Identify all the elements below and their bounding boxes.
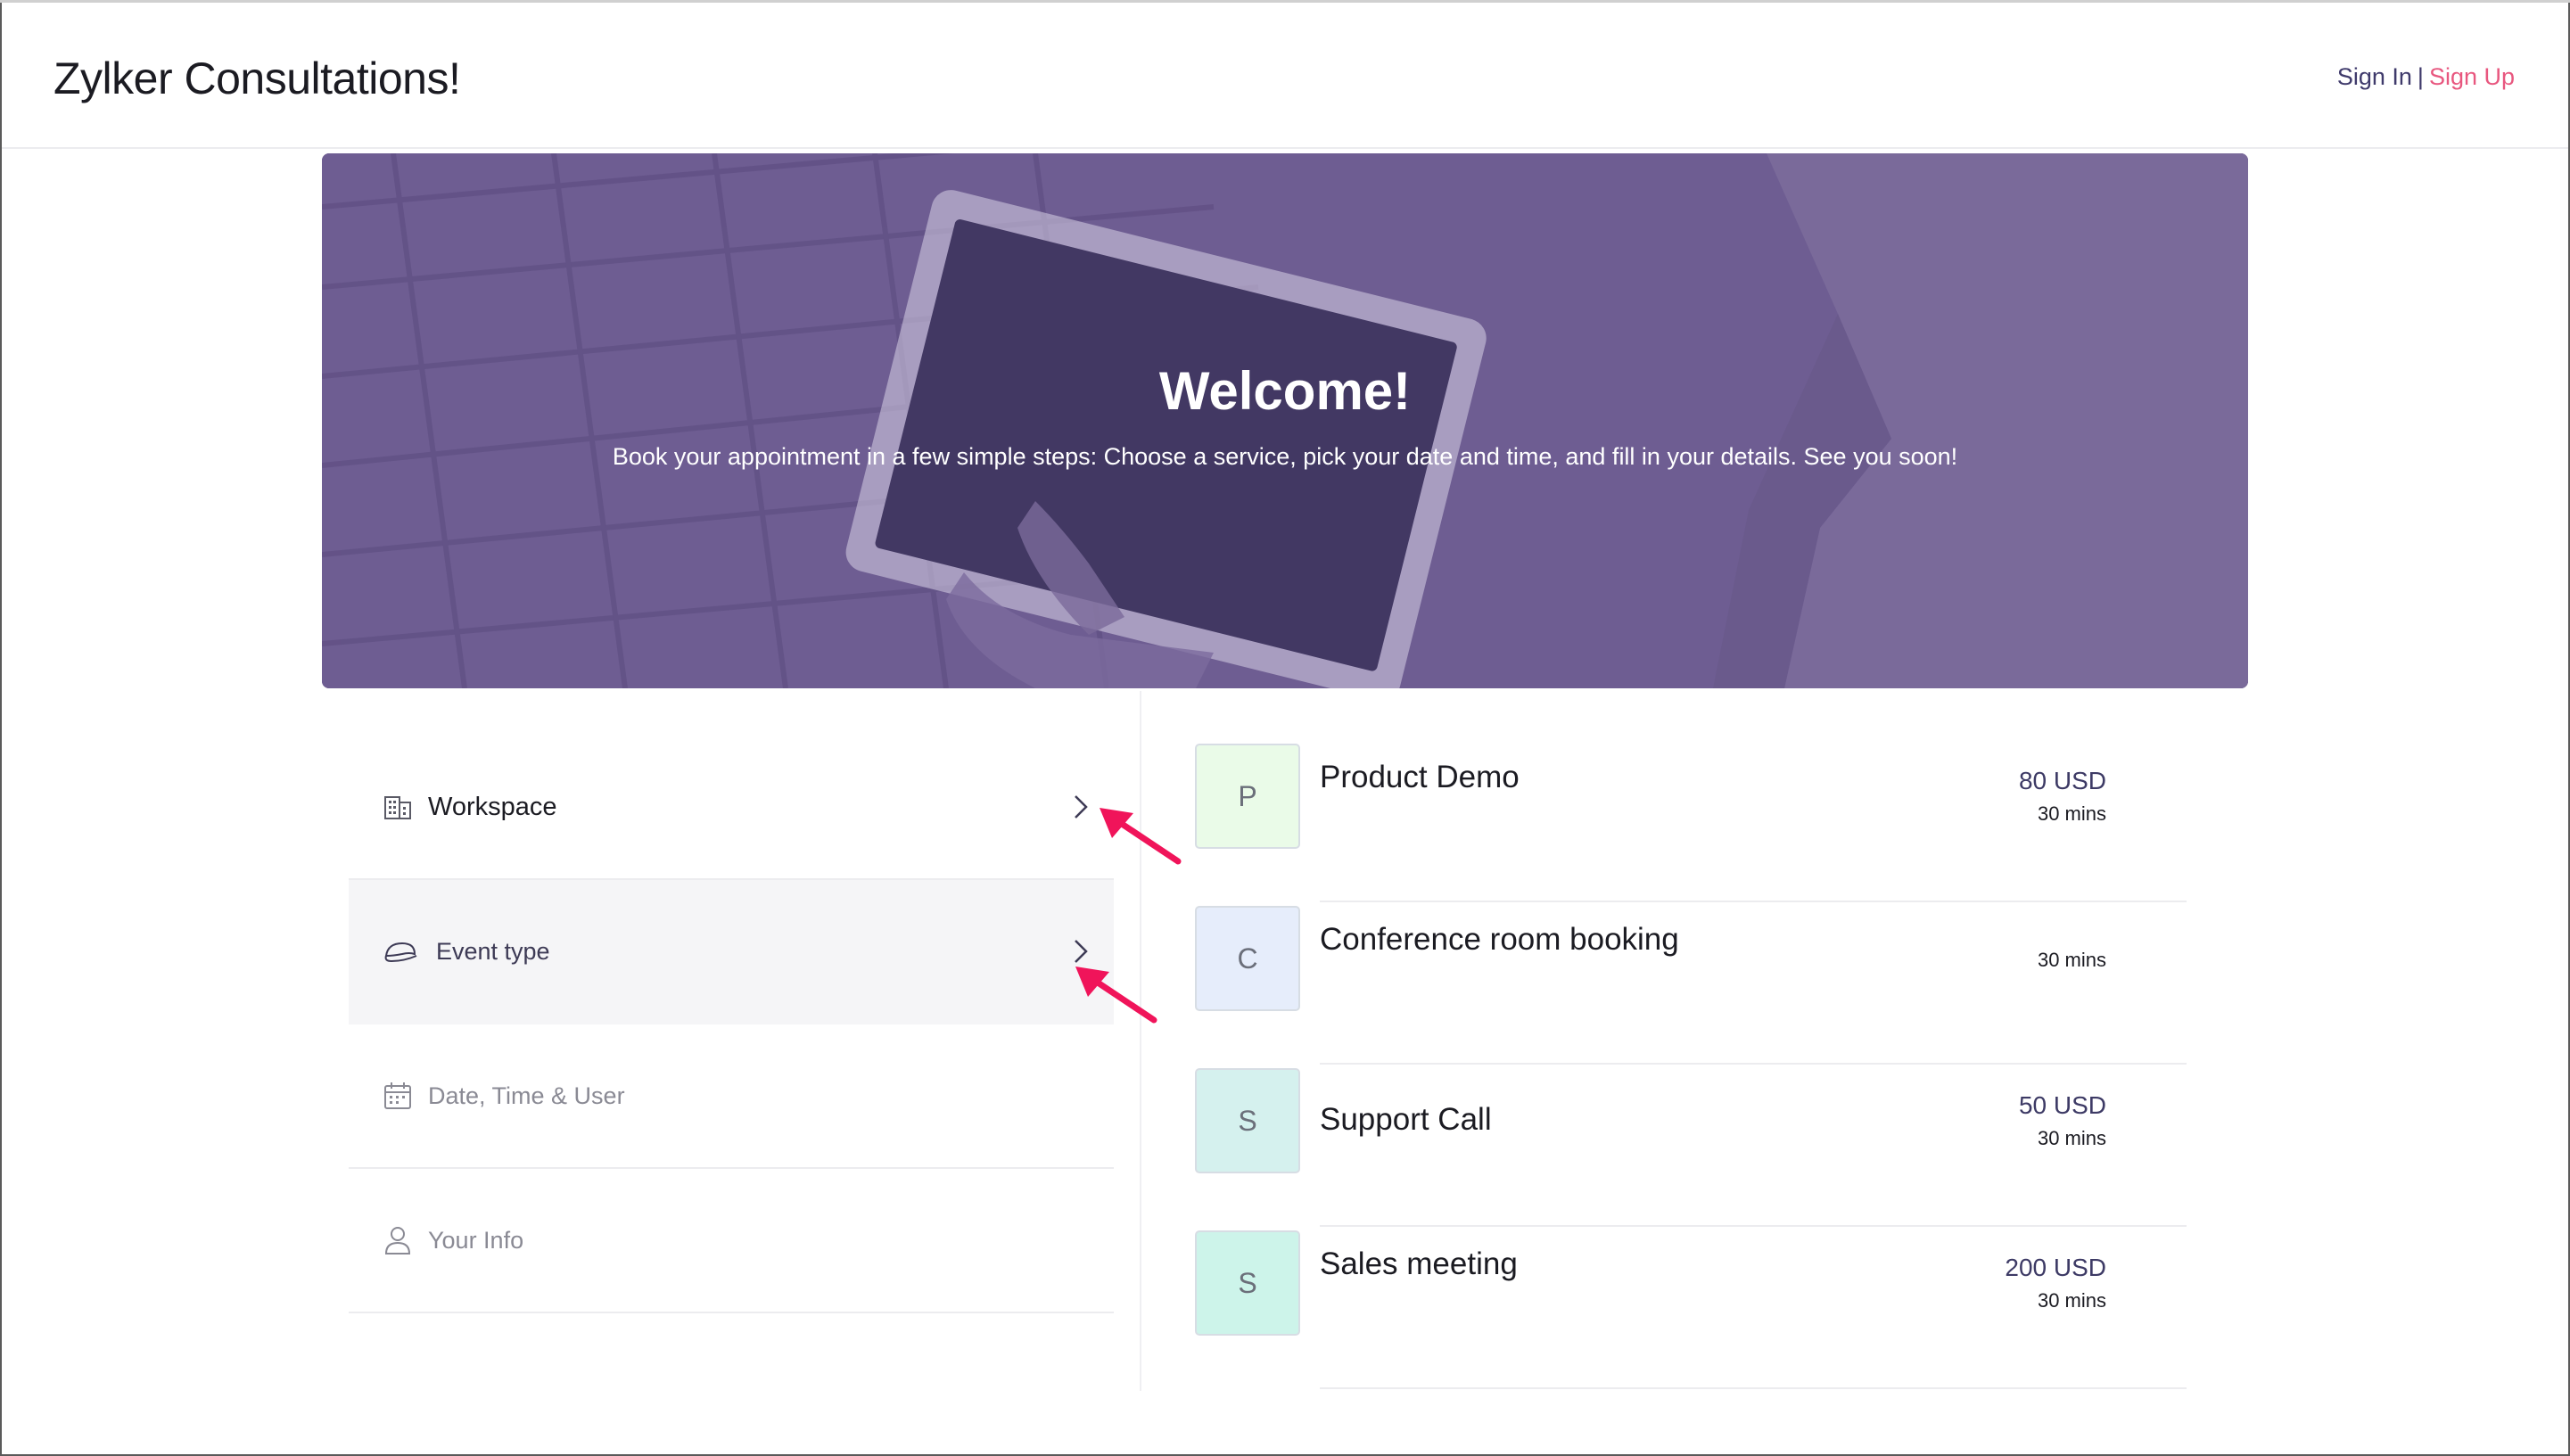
step-label: Workspace [428,792,557,821]
auth-links: Sign In | Sign Up [2337,63,2515,91]
user-icon [384,1227,411,1254]
step-date-time-user[interactable]: Date, Time & User [349,1024,1114,1169]
service-avatar: S [1195,1230,1300,1336]
service-duration: 30 mins [2037,949,2106,971]
service-name: Conference room booking [1320,922,1679,957]
service-list: P Product Demo 80 USD 30 mins C Conferen… [1195,740,2187,1389]
column-divider [1140,691,1141,1391]
row-divider [1320,1387,2187,1389]
sign-up-link[interactable]: Sign Up [2429,63,2515,90]
auth-separator: | [2417,63,2424,90]
top-border [0,0,2570,3]
brand-title: Zylker Consultations! [54,53,461,103]
step-your-info[interactable]: Your Info [349,1169,1114,1313]
sign-in-link[interactable]: Sign In [2337,63,2412,90]
service-price: 80 USD [2018,767,2106,794]
building-icon [384,796,411,819]
hero-banner: Welcome! Book your appointment in a few … [322,153,2248,688]
chevron-right-icon [1075,795,1088,818]
service-name: Support Call [1320,1102,1492,1137]
service-price: 50 USD [2018,1091,2106,1119]
cap-icon [384,942,417,963]
service-duration: 30 mins [2037,1289,2106,1312]
service-item-product-demo[interactable]: P Product Demo 80 USD 30 mins [1195,740,2187,902]
step-label: Date, Time & User [428,1082,625,1109]
hero-title: Welcome! [1158,361,1412,421]
service-price: 200 USD [2005,1254,2106,1281]
service-item-conference-room-booking[interactable]: C Conference room booking 30 mins [1195,902,2187,1065]
service-duration: 30 mins [2037,1127,2106,1149]
header: Zylker Consultations! Sign In | Sign Up [2,4,2568,149]
service-avatar: P [1195,744,1300,849]
service-name: Product Demo [1320,760,1520,794]
annotation-arrow-icon [1075,967,1157,1024]
step-workspace[interactable]: Workspace [349,736,1114,880]
service-avatar: S [1195,1068,1300,1173]
service-avatar: C [1195,906,1300,1011]
calendar-icon [384,1082,411,1109]
step-label: Event type [436,937,550,965]
service-item-sales-meeting[interactable]: S Sales meeting 200 USD 30 mins [1195,1227,2187,1389]
step-event-type[interactable]: Event type [349,880,1114,1024]
booking-steps: Workspace Event type Date, Time & User Y… [349,736,1114,1313]
annotation-arrow-icon [1100,808,1182,865]
service-item-support-call[interactable]: S Support Call 50 USD 30 mins [1195,1065,2187,1227]
step-label: Your Info [428,1226,524,1254]
service-duration: 30 mins [2037,802,2106,825]
service-name: Sales meeting [1320,1246,1518,1281]
hero-subtitle: Book your appointment in a few simple st… [612,443,1958,470]
